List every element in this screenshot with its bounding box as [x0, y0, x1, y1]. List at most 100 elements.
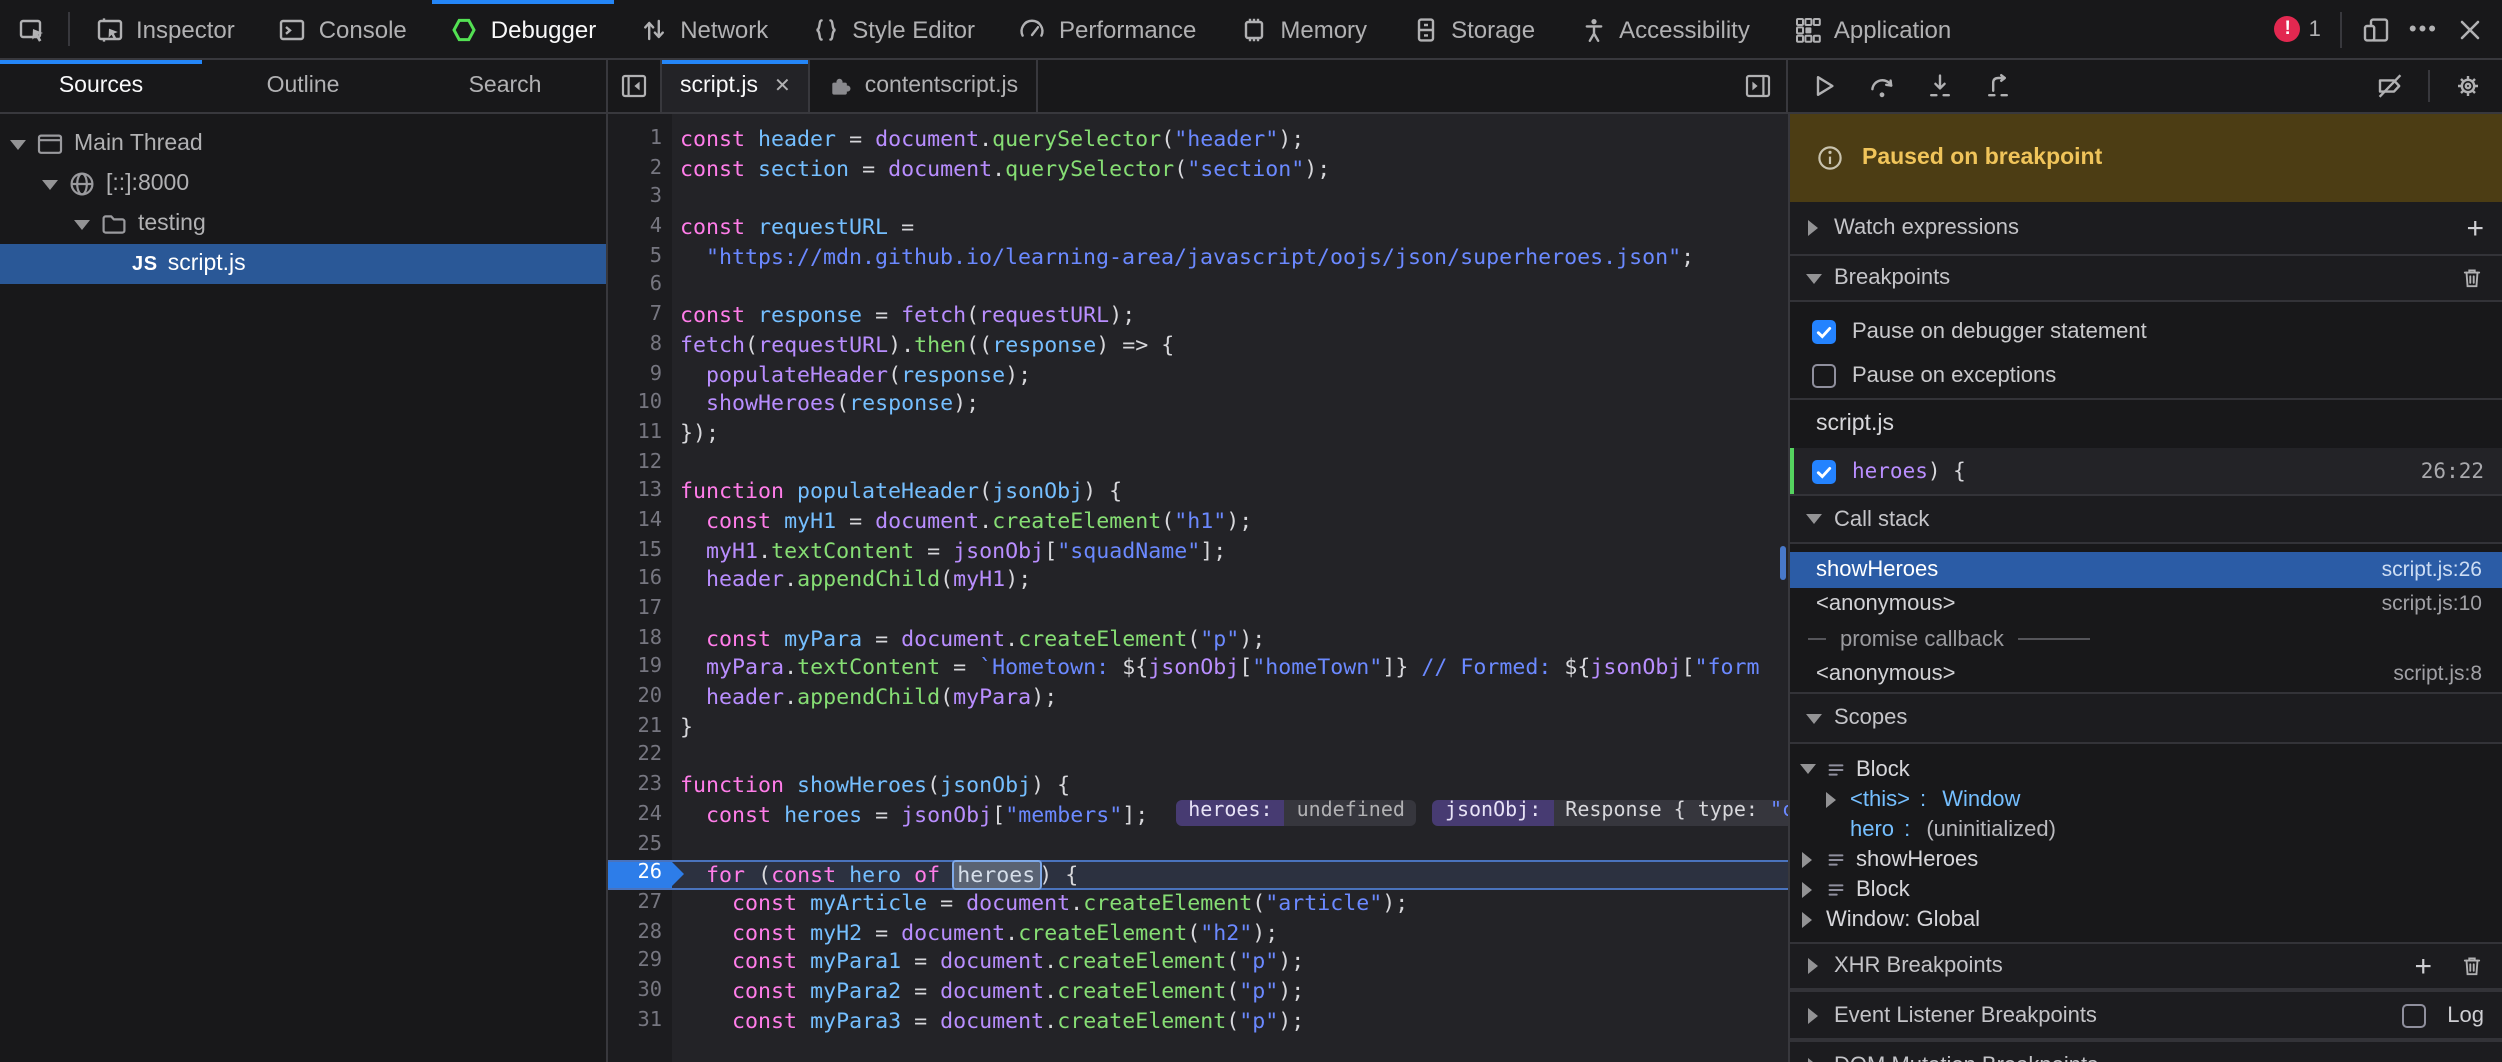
- line-number[interactable]: 12: [608, 449, 672, 478]
- code-line[interactable]: 16 header.appendChild(myH1);: [608, 567, 1788, 596]
- twisty-down-icon[interactable]: [40, 175, 58, 193]
- line-number[interactable]: 15: [608, 537, 672, 566]
- call-stack-frame[interactable]: showHeroesscript.js:26: [1790, 552, 2502, 587]
- line-number[interactable]: 4: [608, 214, 672, 243]
- error-badge[interactable]: ! 1: [2275, 16, 2321, 42]
- code-line[interactable]: 21}: [608, 714, 1788, 743]
- code-line[interactable]: 2const section = document.querySelector(…: [608, 155, 1788, 184]
- breakpoint-checkbox[interactable]: [1812, 459, 1836, 483]
- line-number[interactable]: 7: [608, 302, 672, 331]
- line-number[interactable]: 30: [608, 978, 672, 1007]
- line-number[interactable]: 28: [608, 919, 672, 948]
- resume-button[interactable]: [1808, 70, 1840, 102]
- code-line[interactable]: 7const response = fetch(requestURL);: [608, 302, 1788, 331]
- line-number[interactable]: 25: [608, 831, 672, 860]
- code-line[interactable]: 23function showHeroes(jsonObj) {: [608, 772, 1788, 801]
- code-line[interactable]: 15 myH1.textContent = jsonObj["squadName…: [608, 537, 1788, 566]
- breakpoint-item[interactable]: heroes) { 26:22: [1790, 448, 2502, 494]
- code-line[interactable]: 28 const myH2 = document.createElement("…: [608, 919, 1788, 948]
- event-listener-breakpoints-header[interactable]: Event Listener Breakpoints Log: [1790, 990, 2502, 1040]
- inline-preview-pill[interactable]: heroes:undefined: [1176, 801, 1417, 827]
- pick-element-button[interactable]: [0, 0, 64, 58]
- scope-row[interactable]: hero: (uninitialized): [1790, 814, 2502, 844]
- twisty-right-icon[interactable]: [1798, 850, 1816, 868]
- line-number[interactable]: 18: [608, 625, 672, 654]
- tab-script-js[interactable]: script.js ✕: [662, 60, 811, 112]
- code-line[interactable]: 22: [608, 743, 1788, 772]
- twisty-down-icon[interactable]: [1798, 760, 1816, 778]
- code-line[interactable]: 9 populateHeader(response);: [608, 361, 1788, 390]
- code-line[interactable]: 8fetch(requestURL).then((response) => {: [608, 332, 1788, 361]
- code-line[interactable]: 14 const myH1 = document.createElement("…: [608, 508, 1788, 537]
- line-number[interactable]: 31: [608, 1007, 672, 1036]
- code-line[interactable]: 13function populateHeader(jsonObj) {: [608, 479, 1788, 508]
- line-number[interactable]: 27: [608, 890, 672, 919]
- pause-option[interactable]: Pause on exceptions: [1790, 354, 2502, 398]
- line-number[interactable]: 14: [608, 508, 672, 537]
- line-number[interactable]: 10: [608, 390, 672, 419]
- code-line[interactable]: 3: [608, 185, 1788, 214]
- sidebar-tab-search[interactable]: Search: [404, 60, 606, 112]
- tab-memory[interactable]: Memory: [1218, 0, 1389, 58]
- tab-performance[interactable]: Performance: [997, 0, 1218, 58]
- sidebar-item-testing[interactable]: testing: [0, 204, 606, 244]
- scope-row[interactable]: Block: [1790, 874, 2502, 904]
- code-line[interactable]: 31 const myPara3 = document.createElemen…: [608, 1007, 1788, 1036]
- call-stack-frame[interactable]: <anonymous>script.js:8: [1790, 657, 2502, 692]
- dom-mutation-breakpoints-header[interactable]: DOM Mutation Breakpoints: [1790, 1040, 2502, 1062]
- scope-row[interactable]: showHeroes: [1790, 844, 2502, 874]
- twisty-right-icon[interactable]: [1798, 880, 1816, 898]
- tab-storage[interactable]: Storage: [1389, 0, 1557, 58]
- line-number[interactable]: 3: [608, 185, 672, 214]
- line-number[interactable]: 29: [608, 949, 672, 978]
- tab-style-editor[interactable]: Style Editor: [790, 0, 997, 58]
- unchecked-checkbox[interactable]: [1812, 364, 1836, 388]
- twisty-down-icon[interactable]: [8, 135, 26, 153]
- scope-row[interactable]: Window: Global: [1790, 904, 2502, 934]
- add-watch-expression-button[interactable]: +: [2466, 213, 2484, 243]
- scope-row[interactable]: Block: [1790, 754, 2502, 784]
- code-line[interactable]: 27 const myArticle = document.createElem…: [608, 890, 1788, 919]
- editor-scrollbar-thumb[interactable]: [1780, 546, 1786, 580]
- code-editor[interactable]: 1const header = document.querySelector("…: [608, 114, 1788, 1062]
- line-number[interactable]: 11: [608, 420, 672, 449]
- disable-breakpoints-button[interactable]: [2374, 70, 2406, 102]
- tab-accessibility[interactable]: Accessibility: [1557, 0, 1772, 58]
- line-number[interactable]: 23: [608, 772, 672, 801]
- sidebar-item-script-js[interactable]: JSscript.js: [0, 244, 606, 284]
- line-number[interactable]: 19: [608, 655, 672, 684]
- line-number[interactable]: 22: [608, 743, 672, 772]
- tab-debugger[interactable]: Debugger: [429, 0, 618, 58]
- line-number[interactable]: 16: [608, 567, 672, 596]
- close-tab-icon[interactable]: ✕: [774, 75, 791, 97]
- code-line[interactable]: 11});: [608, 420, 1788, 449]
- code-line[interactable]: 12: [608, 449, 1788, 478]
- twisty-right-icon[interactable]: [1798, 910, 1816, 928]
- code-line[interactable]: 30 const myPara2 = document.createElemen…: [608, 978, 1788, 1007]
- tab-application[interactable]: Application: [1772, 0, 1973, 58]
- code-line[interactable]: 6: [608, 273, 1788, 302]
- line-number[interactable]: 6: [608, 273, 672, 302]
- step-out-button[interactable]: [1982, 70, 2014, 102]
- code-line[interactable]: 29 const myPara1 = document.createElemen…: [608, 949, 1788, 978]
- step-in-button[interactable]: [1924, 70, 1956, 102]
- tab-inspector[interactable]: Inspector: [74, 0, 257, 58]
- breakpoints-header[interactable]: Breakpoints: [1790, 256, 2502, 302]
- log-event-listeners-checkbox[interactable]: [2401, 1003, 2425, 1027]
- expand-panes-button[interactable]: [1744, 60, 1786, 112]
- debugger-settings-button[interactable]: [2452, 70, 2484, 102]
- watch-expressions-header[interactable]: Watch expressions +: [1790, 202, 2502, 256]
- add-xhr-breakpoint-button[interactable]: +: [2414, 951, 2432, 981]
- line-number[interactable]: 17: [608, 596, 672, 625]
- twisty-right-icon[interactable]: [1822, 790, 1840, 808]
- sidebar-tab-sources[interactable]: Sources: [0, 60, 202, 112]
- call-stack-header[interactable]: Call stack: [1790, 494, 2502, 544]
- line-number[interactable]: 24: [608, 802, 672, 831]
- scopes-header[interactable]: Scopes: [1790, 692, 2502, 744]
- inline-preview-pill[interactable]: jsonObj:Response { type: "co: [1433, 801, 1788, 827]
- tab-network[interactable]: Network: [618, 0, 790, 58]
- step-over-button[interactable]: [1866, 70, 1898, 102]
- line-number[interactable]: 2: [608, 155, 672, 184]
- remove-all-breakpoints-button[interactable]: [2460, 266, 2484, 290]
- collapse-sources-panel-button[interactable]: [608, 60, 662, 112]
